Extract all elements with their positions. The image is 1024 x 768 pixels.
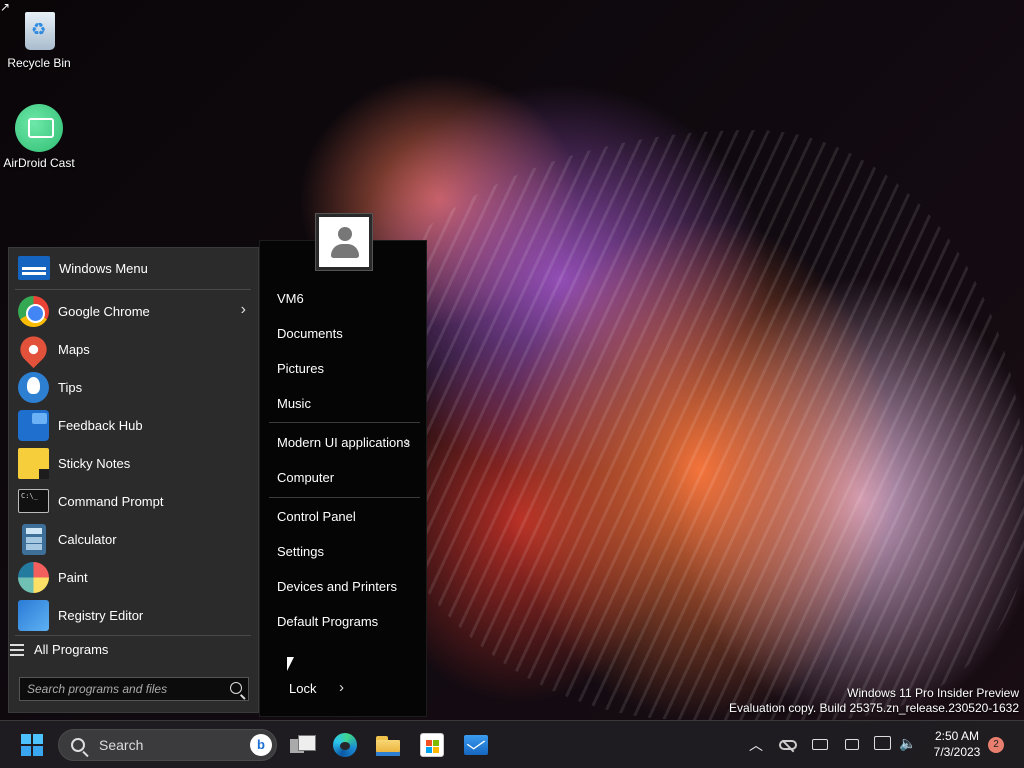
notification-badge[interactable]: 2 — [988, 737, 1004, 753]
divider — [269, 497, 420, 498]
menu-item-calculator[interactable]: Calculator — [13, 521, 256, 557]
chevron-right-icon[interactable]: › — [405, 433, 410, 450]
sticky-notes-icon — [18, 447, 49, 479]
chevron-right-icon[interactable]: › — [339, 679, 344, 696]
menu-item-label: Maps — [58, 341, 90, 357]
menu-item-sticky-notes[interactable]: Sticky Notes — [13, 445, 256, 481]
taskbar-search[interactable]: Search b — [58, 729, 277, 761]
clock-date: 7/3/2023 — [933, 745, 981, 759]
desktop-icon-label: Recycle Bin — [7, 56, 71, 70]
right-item-devices-and-printers[interactable]: Devices and Printers — [277, 579, 397, 594]
desktop-icon-label: AirDroid Cast — [3, 156, 75, 170]
airdroid-cast-icon — [15, 104, 63, 152]
right-item-control-panel[interactable]: Control Panel — [277, 509, 356, 524]
menu-item-label: Windows Menu — [59, 260, 148, 276]
menu-item-label: Tips — [58, 379, 83, 395]
menu-item-command-prompt[interactable]: Command Prompt — [13, 483, 256, 519]
menu-item-label: Calculator — [58, 531, 117, 547]
all-programs-button[interactable]: All Programs — [10, 642, 108, 657]
menu-item-label: Paint — [58, 569, 88, 585]
clock-time: 2:50 AM — [934, 729, 980, 743]
tablet-mode-icon[interactable] — [845, 739, 859, 750]
feedback-hub-icon — [18, 409, 49, 441]
command-prompt-icon — [18, 489, 49, 513]
user-icon-body — [331, 244, 359, 258]
task-view-icon[interactable] — [290, 733, 316, 757]
menu-item-label: Feedback Hub — [58, 417, 143, 433]
taskbar-search-label: Search — [99, 737, 144, 753]
menu-item-label: Command Prompt — [58, 493, 164, 509]
desktop-icon-airdroid-cast[interactable]: AirDroid Cast — [0, 104, 79, 170]
search-icon — [230, 682, 242, 694]
menu-item-label: Sticky Notes — [58, 455, 131, 471]
bing-icon[interactable]: b — [250, 734, 272, 756]
divider — [15, 289, 251, 290]
volume-icon[interactable]: 🔈 — [899, 735, 916, 752]
menu-item-google-chrome[interactable]: Google Chrome › — [13, 293, 256, 329]
watermark-line-1: Windows 11 Pro Insider Preview — [847, 686, 1019, 700]
start-button[interactable] — [21, 734, 43, 756]
search-icon — [71, 738, 85, 752]
lock-button[interactable]: Lock — [289, 681, 316, 696]
list-icon — [10, 643, 24, 656]
divider — [15, 635, 251, 636]
chevron-up-icon[interactable]: ︿ — [749, 735, 763, 755]
search-input[interactable] — [20, 678, 220, 700]
keyboard-icon[interactable] — [812, 739, 828, 750]
right-item-music[interactable]: Music — [277, 396, 311, 411]
registry-editor-icon — [18, 599, 49, 631]
clock[interactable]: 2:50 AM 7/3/2023 — [928, 728, 986, 760]
chrome-icon — [18, 295, 49, 327]
right-item-modern-ui-applications[interactable]: Modern UI applications — [277, 435, 410, 450]
menu-item-tips[interactable]: Tips — [13, 369, 256, 405]
desktop-icon-recycle-bin[interactable]: Recycle Bin — [0, 8, 79, 70]
start-search-box[interactable] — [19, 677, 249, 701]
right-item-user-folder[interactable]: VM6 — [277, 291, 304, 306]
paint-icon — [18, 561, 49, 593]
recycle-bin-icon — [21, 8, 57, 52]
mail-icon[interactable] — [464, 735, 488, 755]
network-icon[interactable] — [874, 736, 891, 750]
right-item-settings[interactable]: Settings — [277, 544, 324, 559]
maps-icon — [14, 330, 53, 368]
menu-item-maps[interactable]: Maps — [13, 330, 256, 368]
menu-item-feedback-hub[interactable]: Feedback Hub — [13, 407, 256, 443]
tips-icon — [18, 371, 49, 403]
right-item-computer[interactable]: Computer — [277, 470, 334, 485]
menu-item-windows-menu[interactable]: Windows Menu — [13, 250, 256, 286]
windows-menu-icon — [18, 256, 50, 280]
divider — [269, 422, 420, 423]
user-avatar[interactable] — [315, 213, 373, 271]
file-explorer-icon[interactable] — [376, 733, 400, 757]
user-icon-head — [338, 227, 352, 241]
menu-item-registry-editor[interactable]: Registry Editor — [13, 597, 256, 633]
right-item-pictures[interactable]: Pictures — [277, 361, 324, 376]
all-programs-label: All Programs — [34, 642, 109, 657]
menu-item-paint[interactable]: Paint — [13, 559, 256, 595]
watermark-line-2: Evaluation copy. Build 25375.zn_release.… — [729, 701, 1019, 715]
shortcut-arrow-icon: ↗ — [0, 0, 11, 14]
evaluation-watermark: Windows 11 Pro Insider Preview Evaluatio… — [729, 686, 1019, 716]
menu-item-label: Google Chrome — [58, 303, 150, 319]
calculator-icon — [22, 523, 46, 555]
right-item-documents[interactable]: Documents — [277, 326, 343, 341]
mouse-cursor-icon — [287, 657, 294, 671]
taskbar: Search b ︿ 🔈 2:50 AM 7/3/2023 2 — [0, 720, 1024, 768]
cloud-offline-icon[interactable] — [779, 740, 797, 750]
wallpaper-swirl — [350, 130, 1024, 720]
microsoft-store-icon[interactable] — [420, 733, 444, 757]
right-item-default-programs[interactable]: Default Programs — [277, 614, 378, 629]
edge-icon[interactable] — [333, 733, 357, 757]
chevron-right-icon[interactable]: › — [241, 301, 246, 319]
menu-item-label: Registry Editor — [58, 607, 144, 623]
